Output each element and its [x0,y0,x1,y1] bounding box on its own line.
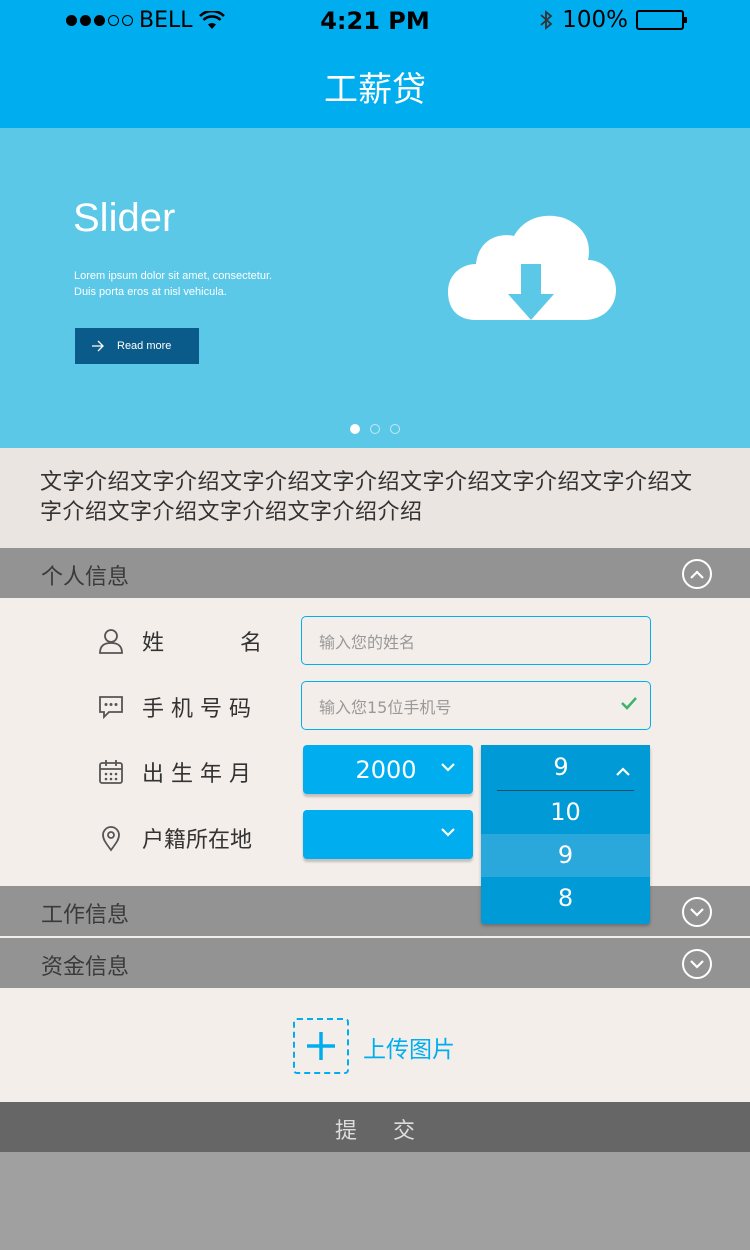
phone-placeholder: 输入您15位手机号 [319,697,452,717]
upload-area: 上传图片 [0,988,750,1102]
slider-text-line: Duis porta eros at nisl vehicula. [74,286,227,298]
nav-bar: 工薪贷 [0,40,750,128]
battery-info: 100% [538,7,687,33]
chevron-down-icon [441,828,455,837]
submit-button[interactable]: 提交 [0,1102,750,1152]
phone-input[interactable]: 输入您15位手机号 [301,681,651,730]
slider-dot[interactable] [370,424,380,434]
chevron-down-icon [441,763,455,772]
user-icon [96,626,126,656]
month-dropdown[interactable]: 9 10 9 8 [481,745,650,924]
name-label-part: 名 [239,631,262,656]
page-title: 工薪贷 [324,70,426,110]
check-icon [621,697,637,710]
cloud-download-icon [448,215,616,320]
read-more-label: Read more [117,340,172,352]
hukou-select[interactable] [303,810,473,859]
section-title: 个人信息 [41,565,130,590]
year-value: 2000 [355,755,417,784]
form-row-birth: 出 生 年 月 [96,756,262,788]
section-header-funds[interactable]: 资金信息 [0,938,750,988]
banner-slider[interactable]: Slider Lorem ipsum dolor sit amet, conse… [0,128,750,448]
battery-icon [636,10,687,30]
location-pin-icon [96,823,126,853]
submit-label: 提交 [334,1119,451,1144]
month-select[interactable]: 9 [481,745,650,791]
upload-label[interactable]: 上传图片 [363,1030,455,1064]
name-input[interactable]: 输入您的姓名 [301,616,651,665]
bluetooth-icon [540,10,553,30]
arrow-right-icon [92,340,104,352]
name-label: 姓 名 [142,625,262,657]
form-row-name: 姓 名 [96,625,262,657]
slider-title: Slider [73,196,176,240]
chevron-down-icon [690,959,704,969]
plus-icon [307,1032,335,1060]
birth-label: 出 生 年 月 [142,762,251,787]
slider-dot[interactable] [390,424,400,434]
month-option[interactable]: 8 [481,877,650,920]
slider-pagination[interactable] [0,424,750,434]
calendar-icon [96,757,126,787]
upload-button[interactable] [293,1018,349,1074]
expand-toggle[interactable] [682,897,712,927]
expand-toggle[interactable] [682,949,712,979]
chevron-down-icon [690,907,704,917]
name-label-part: 姓 [142,631,165,656]
form-row-hukou: 户籍所在地 [96,822,262,854]
section-title: 工作信息 [41,903,130,928]
form-row-phone: 手 机 号 码 [96,691,262,723]
intro-text: 文字介绍文字介绍文字介绍文字介绍文字介绍文字介绍文字介绍文字介绍文字介绍文字介绍… [0,448,750,548]
section-header-personal[interactable]: 个人信息 [0,548,750,598]
battery-percent: 100% [562,7,628,33]
message-icon [96,692,126,722]
status-bar: BELL 4:21 PM 100% [0,0,750,40]
slider-dot[interactable] [350,424,360,434]
year-select[interactable]: 2000 [303,745,473,794]
hukou-label: 户籍所在地 [142,828,253,853]
slider-description: Lorem ipsum dolor sit amet, consectetur.… [74,268,314,300]
chevron-up-icon [616,767,630,776]
read-more-button[interactable]: Read more [75,328,199,364]
section-title: 资金信息 [41,955,130,980]
chevron-up-icon [690,569,704,579]
phone-label: 手 机 号 码 [142,697,251,722]
slider-text-line: Lorem ipsum dolor sit amet, consectetur. [74,270,273,282]
month-option[interactable]: 10 [481,791,650,834]
collapse-toggle[interactable] [682,559,712,589]
month-option-selected[interactable]: 9 [481,834,650,877]
